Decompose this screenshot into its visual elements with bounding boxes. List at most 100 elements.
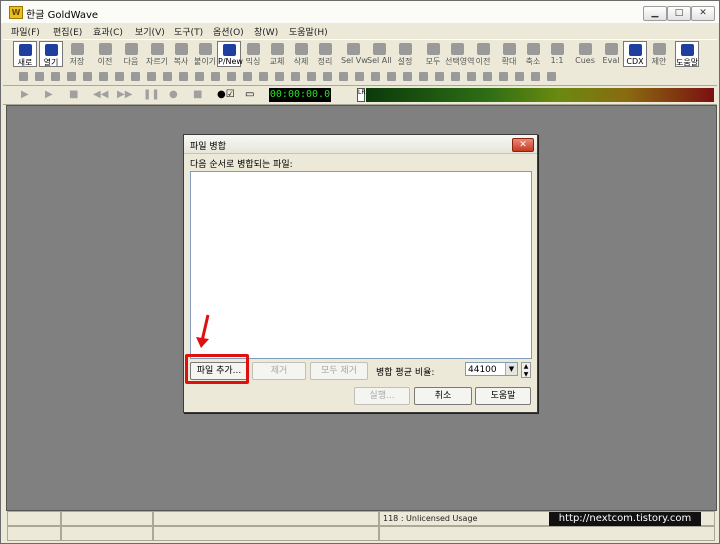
toolbar-cues-button[interactable]: Cues — [573, 41, 597, 67]
cancel-button[interactable]: 취소 — [414, 387, 472, 405]
play-icon[interactable]: ▶ — [21, 89, 29, 100]
help-button[interactable]: 도움말 — [475, 387, 531, 405]
menu-tools[interactable]: 도구(T) — [174, 25, 203, 38]
stop-icon[interactable]: ■ — [69, 89, 78, 100]
record-icon[interactable]: ● — [169, 89, 178, 100]
menu-effect[interactable]: 효과(C) — [93, 25, 123, 38]
toolbar-select-view-button[interactable]: Sel Vw — [341, 41, 368, 67]
toolbar-suggest-button[interactable]: 제안 — [647, 41, 671, 67]
toolbar-select-all-button[interactable]: Sel All — [367, 41, 392, 67]
effect-icon[interactable] — [355, 72, 364, 81]
toolbar-cut-button[interactable]: 자르기 — [145, 41, 169, 67]
toolbar-new-button[interactable]: 새로 — [13, 41, 37, 67]
window-title: 한글 GoldWave — [26, 10, 99, 21]
effect-icon[interactable] — [547, 72, 556, 81]
close-button[interactable]: ✕ — [691, 6, 715, 21]
maximize-button[interactable]: □ — [667, 6, 691, 21]
effect-icon[interactable] — [83, 72, 92, 81]
toolbar-open-button[interactable]: 열기 — [39, 41, 63, 67]
toolbar-redo-button[interactable]: 다음 — [119, 41, 143, 67]
effect-icon[interactable] — [323, 72, 332, 81]
remove-all-button[interactable]: 모두 제거 — [310, 362, 368, 380]
record-new-icon[interactable]: ■ — [193, 89, 202, 100]
effect-icon[interactable] — [115, 72, 124, 81]
chevron-down-icon[interactable]: ▼ — [505, 363, 517, 375]
remove-button[interactable]: 제거 — [252, 362, 306, 380]
effect-icon[interactable] — [467, 72, 476, 81]
effect-icon[interactable] — [243, 72, 252, 81]
toolbar-delete-button[interactable]: 삭제 — [289, 41, 313, 67]
merge-file-list[interactable] — [190, 171, 532, 359]
delete-icon — [294, 43, 308, 55]
menu-edit[interactable]: 편집(E) — [53, 25, 82, 38]
fast-forward-icon[interactable]: ▶▶ — [117, 89, 132, 100]
toolbar-set-button[interactable]: 설정 — [393, 41, 417, 67]
status-cell — [61, 526, 153, 541]
loop-checkbox[interactable]: ●☑ — [217, 89, 235, 100]
toolbar-previous-button[interactable]: 이전 — [471, 41, 495, 67]
rewind-icon[interactable]: ◀◀ — [93, 89, 108, 100]
effect-icon[interactable] — [275, 72, 284, 81]
effect-icon[interactable] — [227, 72, 236, 81]
toolbar-undo-button[interactable]: 이전 — [93, 41, 117, 67]
effect-icon[interactable] — [51, 72, 60, 81]
effect-icon[interactable] — [531, 72, 540, 81]
toolbar-help-button[interactable]: 도움말 — [675, 41, 699, 67]
menu-help[interactable]: 도움말(H) — [289, 25, 328, 38]
toolbar-paste-new-button[interactable]: P/New — [217, 41, 243, 67]
merge-rate-select[interactable]: 44100 ▼ — [465, 362, 518, 376]
play-selection-icon[interactable]: ▶ — [45, 89, 53, 100]
menu-options[interactable]: 옵션(O) — [213, 25, 244, 38]
toolbar-trim-button[interactable]: 정리 — [313, 41, 337, 67]
toolbar-save-button[interactable]: 저장 — [65, 41, 89, 67]
effect-icon[interactable] — [147, 72, 156, 81]
effect-icon[interactable] — [35, 72, 44, 81]
toolbar-zoom-in-button[interactable]: 확대 — [497, 41, 521, 67]
effect-icon[interactable] — [483, 72, 492, 81]
run-button[interactable]: 실행... — [354, 387, 410, 405]
dialog-close-icon[interactable]: ✕ — [512, 138, 534, 152]
toolbar-mix-button[interactable]: 믹싱 — [241, 41, 265, 67]
effect-icon[interactable] — [19, 72, 28, 81]
copy-icon — [174, 43, 188, 55]
effect-icon[interactable] — [515, 72, 524, 81]
rate-spinner[interactable]: ▲ ▼ — [521, 362, 531, 378]
toolbar-cdx-button[interactable]: CDX — [623, 41, 647, 67]
menu-bar: 파일(F) 편집(E) 효과(C) 보기(V) 도구(T) 옵션(O) 창(W)… — [1, 23, 719, 39]
toolbar-all-button[interactable]: 모두 — [421, 41, 445, 67]
effect-icon[interactable] — [131, 72, 140, 81]
effect-icon[interactable] — [163, 72, 172, 81]
effect-icon[interactable] — [99, 72, 108, 81]
device-controls-icon[interactable]: ▭ — [245, 89, 254, 100]
effect-icon[interactable] — [211, 72, 220, 81]
effect-icon[interactable] — [291, 72, 300, 81]
toolbar-selection-button[interactable]: 선택영역 — [445, 41, 474, 67]
toolbar-paste-button[interactable]: 붙이기 — [193, 41, 217, 67]
effect-icon[interactable] — [435, 72, 444, 81]
menu-window[interactable]: 창(W) — [254, 25, 278, 38]
effect-icon[interactable] — [403, 72, 412, 81]
toolbar-eval-button[interactable]: Eval — [599, 41, 623, 67]
toolbar-zoom-out-button[interactable]: 축소 — [521, 41, 545, 67]
cd-icon — [628, 44, 642, 56]
status-cell — [7, 526, 61, 541]
red-arrow-icon — [196, 314, 210, 348]
menu-file[interactable]: 파일(F) — [11, 25, 40, 38]
toolbar-zoom-1to1-button[interactable]: 1:1 — [545, 41, 569, 67]
effect-icon[interactable] — [67, 72, 76, 81]
menu-view[interactable]: 보기(V) — [135, 25, 165, 38]
minimize-button[interactable]: ▁ — [643, 6, 667, 21]
effect-icon[interactable] — [307, 72, 316, 81]
effect-icon[interactable] — [259, 72, 268, 81]
effect-icon[interactable] — [195, 72, 204, 81]
effect-icon[interactable] — [371, 72, 380, 81]
effect-icon[interactable] — [451, 72, 460, 81]
effect-icon[interactable] — [419, 72, 428, 81]
effect-icon[interactable] — [339, 72, 348, 81]
effect-icon[interactable] — [499, 72, 508, 81]
toolbar-replace-button[interactable]: 교체 — [265, 41, 289, 67]
effect-icon[interactable] — [179, 72, 188, 81]
effect-icon[interactable] — [387, 72, 396, 81]
pause-icon[interactable]: ❚❚ — [143, 89, 160, 100]
toolbar-copy-button[interactable]: 복사 — [169, 41, 193, 67]
